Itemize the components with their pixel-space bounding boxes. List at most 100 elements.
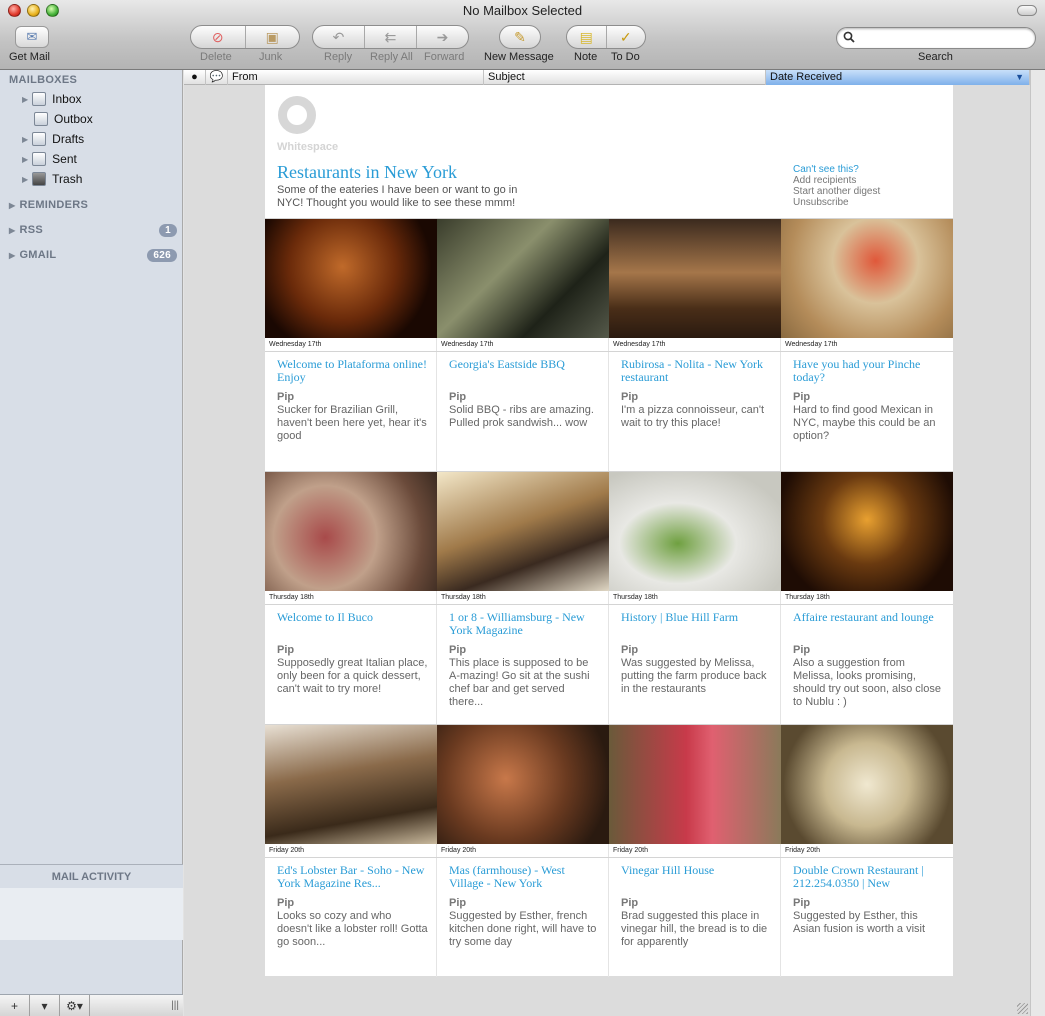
restaurant-card[interactable]: Friday 20th Vinegar Hill House Pip Brad sug…	[609, 725, 781, 977]
disclosure-triangle-icon[interactable]: ▶	[9, 226, 15, 235]
add-mailbox-button[interactable]: +	[0, 994, 30, 1016]
checkmark-icon: ✓	[619, 28, 632, 45]
restaurant-photo[interactable]	[781, 725, 953, 844]
forward-button[interactable]: ➔	[417, 26, 468, 48]
sort-arrow-icon: ▼	[1015, 72, 1024, 82]
inbox-tray-icon	[32, 92, 47, 106]
column-date-received[interactable]: Date Received ▼	[766, 70, 1030, 85]
column-from[interactable]: From	[228, 70, 484, 85]
note-button[interactable]: ▤	[567, 26, 607, 48]
sent-paperplane-icon	[32, 152, 47, 166]
disclosure-triangle-icon[interactable]: ▶	[22, 155, 28, 164]
sidebar-item-inbox[interactable]: ▶ Inbox	[22, 92, 82, 106]
column-subject[interactable]: Subject	[484, 70, 766, 85]
card-title-link[interactable]: Rubirosa - Nolita - New York restaurant	[621, 358, 771, 384]
add-recipients-link[interactable]: Add recipients	[793, 175, 880, 186]
card-author: Pip	[277, 644, 295, 656]
restaurant-photo[interactable]	[437, 472, 609, 591]
card-title-link[interactable]: Double Crown Restaurant | 212.254.0350 |…	[793, 864, 943, 890]
compose-icon: ✎	[514, 28, 526, 45]
card-title-link[interactable]: Welcome to Il Buco	[277, 611, 427, 624]
reply-label: Reply	[324, 51, 353, 63]
restaurant-photo[interactable]	[437, 725, 609, 844]
sidebar-section-reminders[interactable]: ▶ REMINDERS	[9, 199, 88, 211]
resize-grip[interactable]	[1017, 1003, 1028, 1014]
restaurant-card[interactable]: Thursday 18th 1 or 8 - Williamsburg - New…	[437, 472, 609, 724]
card-title-link[interactable]: History | Blue Hill Farm	[621, 611, 771, 624]
reply-all-button[interactable]: ⇇	[365, 26, 417, 48]
restaurant-card[interactable]: Friday 20th Ed's Lobster Bar - Soho - New…	[265, 725, 437, 977]
restaurant-card[interactable]: Friday 20th Double Crown Restaurant | 212…	[781, 725, 953, 977]
card-author: Pip	[793, 391, 811, 403]
restaurant-card[interactable]: Wednesday 17th Georgia's Eastside BBQ Pip S…	[437, 219, 609, 471]
card-title-link[interactable]: Have you had your Pinche today?	[793, 358, 943, 384]
show-activity-button[interactable]: ▾	[30, 994, 60, 1016]
email-body: Whitespace Restaurants in New York Some …	[265, 85, 953, 977]
restaurant-photo[interactable]	[265, 219, 437, 338]
card-title-link[interactable]: Vinegar Hill House	[621, 864, 771, 877]
card-row: Friday 20th Ed's Lobster Bar - Soho - New…	[265, 724, 953, 977]
restaurant-photo[interactable]	[609, 725, 781, 844]
restaurant-card[interactable]: Thursday 18th Affaire restaurant and loun…	[781, 472, 953, 724]
card-author: Pip	[277, 897, 295, 909]
unsubscribe-link[interactable]: Unsubscribe	[793, 197, 880, 208]
sidebar-item-trash[interactable]: ▶ Trash	[22, 172, 82, 186]
disclosure-triangle-icon[interactable]: ▶	[9, 201, 15, 210]
disclosure-triangle-icon[interactable]: ▶	[9, 251, 15, 260]
new-message-button[interactable]: ✎	[499, 25, 541, 49]
splitter-handle[interactable]: |||	[90, 1000, 183, 1011]
window-title: No Mailbox Selected	[462, 3, 583, 18]
sidebar-item-label: Trash	[52, 172, 83, 186]
card-title-link[interactable]: Welcome to Plataforma online! Enjoy	[277, 358, 427, 384]
card-title-link[interactable]: Affaire restaurant and lounge	[793, 611, 943, 624]
sidebar-item-sent[interactable]: ▶ Sent	[22, 152, 77, 166]
card-title-link[interactable]: Georgia's Eastside BBQ	[449, 358, 599, 371]
disclosure-triangle-icon[interactable]: ▶	[22, 95, 28, 104]
card-title-link[interactable]: Ed's Lobster Bar - Soho - New York Magaz…	[277, 864, 427, 890]
card-title-link[interactable]: 1 or 8 - Williamsburg - New York Magazin…	[449, 611, 599, 637]
start-digest-link[interactable]: Start another digest	[793, 186, 880, 197]
restaurant-card[interactable]: Friday 20th Mas (farmhouse) - West Villag…	[437, 725, 609, 977]
todo-button[interactable]: ✓	[607, 26, 646, 48]
restaurant-card[interactable]: Thursday 18th Welcome to Il Buco Pip Suppos…	[265, 472, 437, 724]
restaurant-photo[interactable]	[265, 725, 437, 844]
gmail-label: GMAIL	[19, 249, 57, 261]
reply-button[interactable]: ↶	[313, 26, 365, 48]
email-intro: Some of the eateries I have been or want…	[277, 184, 518, 209]
restaurant-photo[interactable]	[265, 472, 437, 591]
column-unread[interactable]: ●	[184, 70, 206, 85]
card-date: Wednesday 17th	[609, 338, 781, 352]
restaurant-photo[interactable]	[609, 219, 781, 338]
mail-window: No Mailbox Selected ✉ Get Mail ⊘ ▣ Delet…	[0, 0, 1045, 1016]
restaurant-card[interactable]: Wednesday 17th Rubirosa - Nolita - New Yo…	[609, 219, 781, 471]
vertical-scrollbar[interactable]	[1030, 70, 1045, 1016]
sidebar-section-rss[interactable]: ▶ RSS 1	[9, 224, 183, 237]
card-author: Pip	[793, 897, 811, 909]
sidebar-item-drafts[interactable]: ▶ Drafts	[22, 132, 84, 146]
column-thread[interactable]: 💬	[206, 70, 228, 85]
get-mail-label: Get Mail	[9, 51, 50, 63]
sidebar-section-gmail[interactable]: ▶ GMAIL 626	[9, 249, 183, 262]
restaurant-card[interactable]: Wednesday 17th Have you had your Pinche t…	[781, 219, 953, 471]
mail-activity-panel	[0, 888, 183, 940]
get-mail-button[interactable]: ✉	[15, 26, 49, 48]
action-menu-button[interactable]: ⚙▾	[60, 994, 90, 1016]
unread-dot-icon: ●	[191, 71, 198, 83]
restaurant-photo[interactable]	[609, 472, 781, 591]
restaurant-photo[interactable]	[781, 219, 953, 338]
search-input[interactable]	[859, 30, 1029, 46]
disclosure-triangle-icon[interactable]: ▶	[22, 175, 28, 184]
search-field[interactable]	[836, 27, 1036, 49]
restaurant-photo[interactable]	[437, 219, 609, 338]
restaurant-card[interactable]: Wednesday 17th Welcome to Plataforma onli…	[265, 219, 437, 471]
cant-see-link[interactable]: Can't see this?	[793, 164, 880, 175]
junk-button[interactable]: ▣	[246, 26, 300, 48]
restaurant-photo[interactable]	[781, 472, 953, 591]
sidebar-item-outbox[interactable]: Outbox	[34, 112, 93, 126]
disclosure-triangle-icon[interactable]: ▶	[22, 135, 28, 144]
note-icon: ▤	[579, 28, 593, 45]
card-title-link[interactable]: Mas (farmhouse) - West Village - New Yor…	[449, 864, 599, 890]
delete-button[interactable]: ⊘	[191, 26, 246, 48]
toolbar-toggle-button[interactable]	[1017, 5, 1037, 16]
restaurant-card[interactable]: Thursday 18th History | Blue Hill Farm Pip…	[609, 472, 781, 724]
